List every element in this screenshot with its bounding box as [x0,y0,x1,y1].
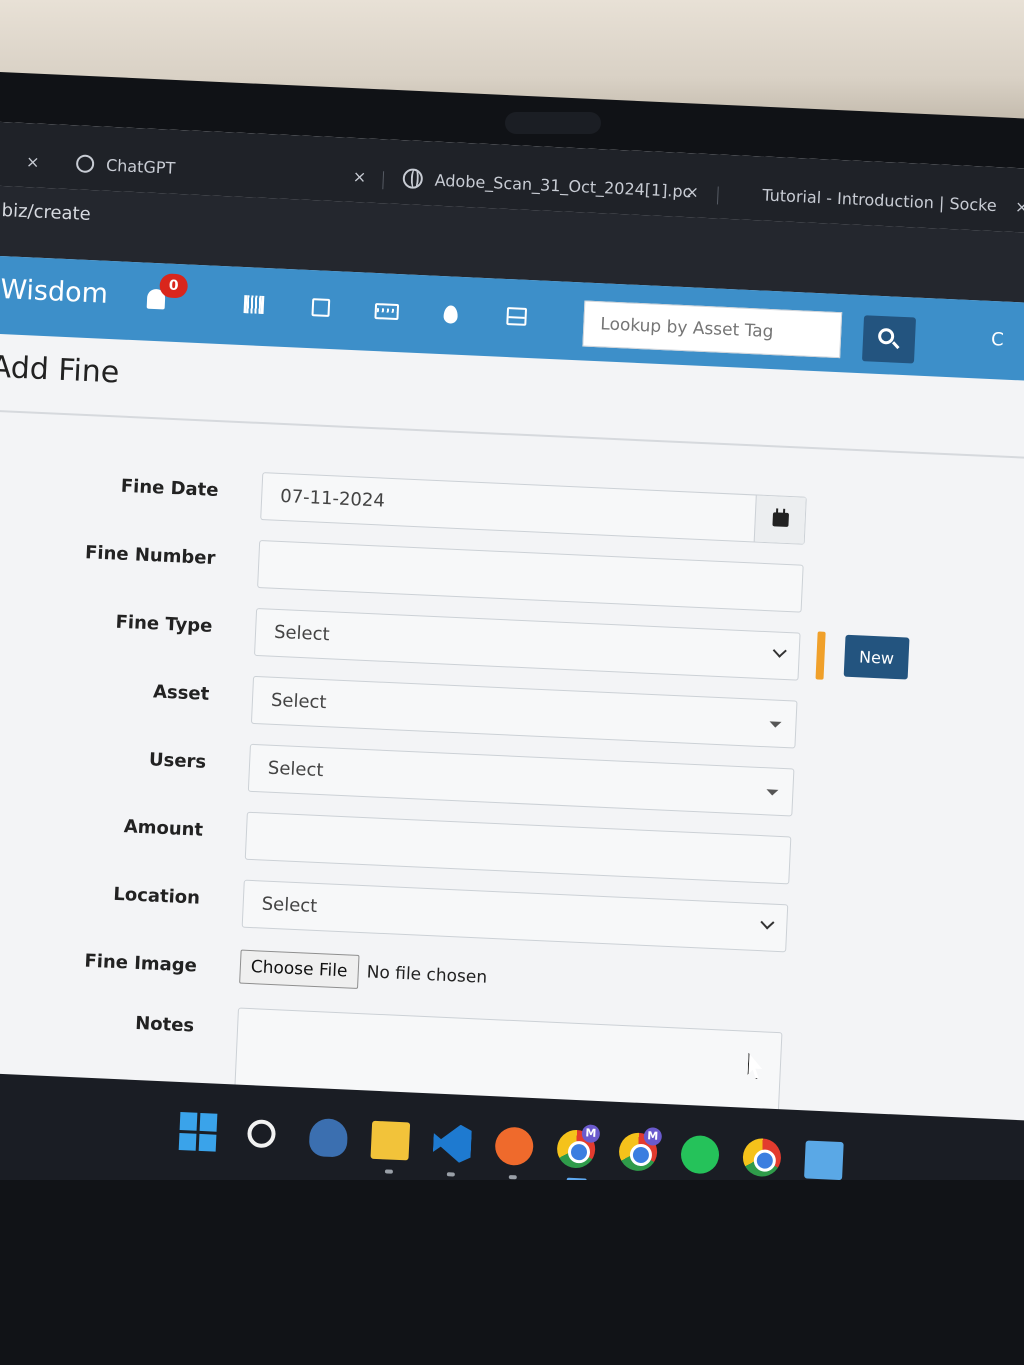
nav-right-text[interactable]: C [991,329,1005,351]
close-icon[interactable]: × [1015,196,1024,216]
chevron-down-icon [760,915,775,930]
calendar-button[interactable] [753,495,806,544]
asset-tag-lookup-input[interactable] [582,300,843,359]
notification-badge: 0 [159,273,189,299]
globe-icon [402,168,424,190]
taskbar-running-indicator [384,1169,394,1174]
barcode-icon[interactable] [243,295,265,314]
drop-icon[interactable] [443,305,459,324]
postgres-icon[interactable] [308,1117,349,1158]
accent-bar [815,631,826,680]
fine-date-label: Fine Date [120,475,219,502]
fine-number-label: Fine Number [84,542,216,570]
users-label: Users [148,749,207,773]
tab-close-chatgpt[interactable]: × [352,156,367,197]
notes-label: Notes [134,1012,195,1037]
search-icon[interactable] [246,1119,277,1149]
location-label: Location [112,883,201,909]
tab-separator [716,186,719,205]
whatsapp-icon[interactable] [680,1134,720,1175]
fine-type-value: Select [273,621,331,646]
taskbar-running-indicator [446,1172,455,1177]
profile-badge-icon: M [581,1124,601,1144]
lookup-search-button[interactable] [861,315,917,364]
fine-type-label: Fine Type [115,611,213,637]
screen: × ChatGPT × Adobe_Scan_31_Oct_2024[1].pc… [0,120,1024,1150]
tab-label: ChatGPT [105,155,176,178]
chatgpt-icon [75,154,95,174]
close-icon[interactable]: × [352,166,366,186]
location-value: Select [261,893,318,918]
amount-label: Amount [123,816,204,841]
save-icon[interactable] [311,298,331,317]
chrome-icon[interactable]: M [618,1127,663,1172]
webcam [505,112,601,134]
url-text[interactable]: .biz/create [0,200,91,225]
tab-adobe-scan[interactable]: Adobe_Scan_31_Oct_2024[1].pc [402,158,692,211]
tab-close-tutorial[interactable]: × [1014,186,1024,227]
tab-chatgpt[interactable]: ChatGPT [75,143,176,187]
tab-separator [382,171,385,190]
close-icon[interactable]: × [26,152,40,172]
calendar-icon [772,512,790,527]
tab-label: Adobe_Scan_31_Oct_2024[1].pc [434,170,692,201]
close-icon[interactable]: × [685,181,699,201]
tab-label: Tutorial - Introduction | Socke [762,184,998,215]
caret-down-icon [766,789,779,796]
users-value: Select [267,757,324,782]
page-title: Add Fine [0,349,120,391]
postman-icon[interactable] [494,1126,535,1167]
fine-date-input[interactable]: 07-11-2024 [260,472,807,545]
file-status-text: No file chosen [366,962,488,988]
brand-logo[interactable]: Wisdom [0,274,109,310]
windows-icon[interactable] [178,1112,219,1152]
keyboard-icon[interactable] [374,303,400,321]
caret-down-icon [769,721,782,728]
asset-value: Select [270,689,327,714]
fine-image-label: Fine Image [84,950,198,977]
fine-date-value: 07-11-2024 [279,485,386,512]
search-icon-handle [891,341,900,350]
divider [0,407,1024,461]
chrome-icon[interactable]: M [556,1124,601,1169]
chevron-down-icon [772,643,787,658]
hdd-icon[interactable] [506,307,528,326]
tab-close-adobe[interactable]: × [685,171,700,212]
file-explorer-icon[interactable] [370,1120,411,1161]
notepad-icon[interactable] [804,1140,844,1181]
profile-badge-icon: M [643,1127,663,1146]
chrome-icon[interactable] [742,1137,782,1178]
tab-tutorial[interactable]: Tutorial - Introduction | Socke [762,174,998,225]
laptop-body [0,1180,1024,1365]
choose-file-button[interactable]: Choose File [239,949,360,989]
taskbar-running-indicator [508,1175,517,1180]
tab-close-previous[interactable]: × [25,141,40,182]
new-fine-type-button[interactable]: New [843,634,910,680]
asset-label: Asset [152,681,210,705]
vscode-icon[interactable] [432,1124,472,1164]
